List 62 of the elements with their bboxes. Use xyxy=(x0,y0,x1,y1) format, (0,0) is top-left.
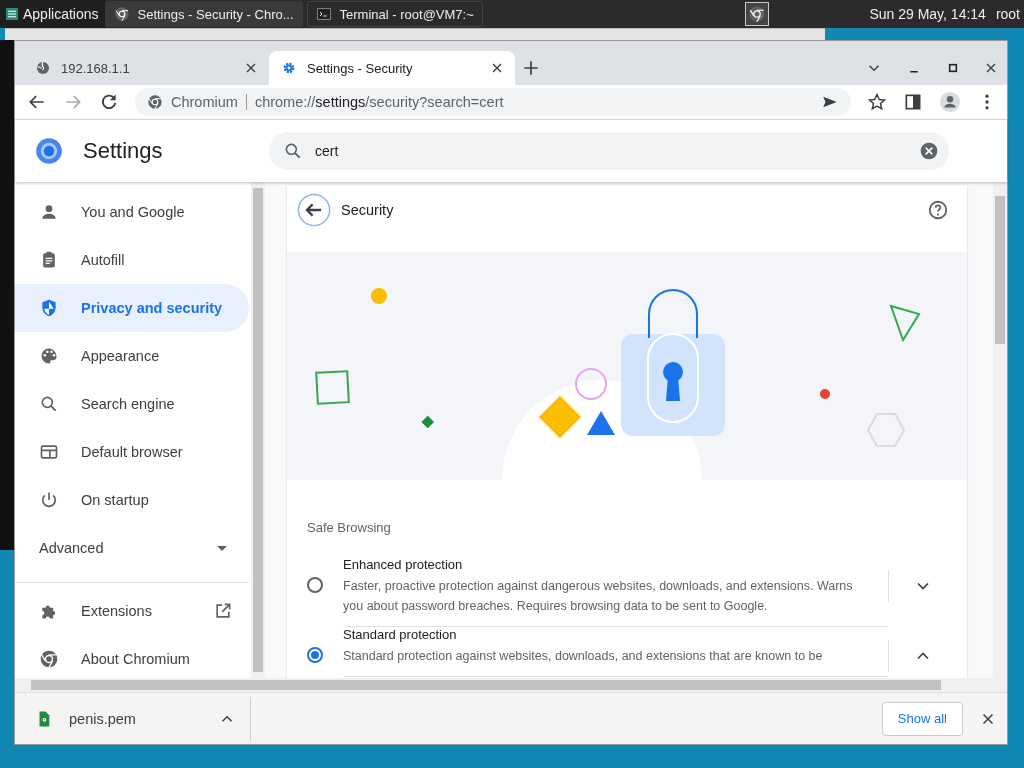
help-icon[interactable] xyxy=(927,199,949,221)
browser-tab[interactable]: 192.168.1.1 xyxy=(23,51,269,85)
advanced-section-toggle[interactable]: Advanced xyxy=(15,524,249,572)
chromium-tray-icon[interactable] xyxy=(748,5,767,23)
shield-icon xyxy=(39,298,59,318)
option-title: Enhanced protection xyxy=(343,557,464,572)
external-link-icon xyxy=(213,601,233,621)
sidebar-item[interactable]: About Chromium xyxy=(15,635,249,678)
new-tab-icon[interactable] xyxy=(521,58,541,78)
horizontal-scrollbar[interactable] xyxy=(31,680,941,690)
chromium-icon xyxy=(113,6,130,22)
applications-icon xyxy=(4,6,20,22)
page-title: Security xyxy=(341,202,395,218)
download-filename: penis.pem xyxy=(69,710,137,727)
chromium-icon xyxy=(39,649,59,669)
reload-icon[interactable] xyxy=(99,92,119,112)
taskbar-window-button[interactable]: Settings - Security - Chro... xyxy=(104,1,303,27)
browser-window-icon xyxy=(39,442,59,462)
radio-button[interactable] xyxy=(307,577,323,593)
person-icon xyxy=(39,202,59,222)
section-heading: Safe Browsing xyxy=(306,519,392,537)
option-description: Faster, proactive protection against dangerous websites, downloads, and extensions. Warns you about password breaches. Requires browsing data to be sent to Google. xyxy=(343,578,854,615)
sidebar-item[interactable]: Search engine xyxy=(15,380,249,428)
power-icon xyxy=(39,490,59,510)
clear-search-icon[interactable] xyxy=(919,141,939,161)
search-field[interactable]: cert xyxy=(269,132,949,170)
vertical-scrollbar[interactable] xyxy=(251,182,265,678)
terminal-icon xyxy=(315,6,332,22)
url-text: chrome://settings/security?search=cert xyxy=(254,94,504,110)
browser-tab[interactable]: Settings - Security xyxy=(269,51,515,85)
show-all-button[interactable]: Show all xyxy=(881,701,963,736)
site-label: Chromium xyxy=(171,94,238,110)
search-icon xyxy=(283,141,303,161)
palette-icon xyxy=(39,346,59,366)
globe-icon xyxy=(35,60,51,76)
applications-label: Applications xyxy=(23,6,99,22)
address-bar[interactable]: Chromium chrome://settings/security?search=cert xyxy=(135,88,851,116)
radio-button[interactable] xyxy=(307,647,323,663)
side-panel-icon[interactable] xyxy=(903,92,923,112)
sidebar-item[interactable]: Appearance xyxy=(15,332,249,380)
vertical-scrollbar[interactable] xyxy=(993,182,1007,678)
taskbar-window-button[interactable]: Terminal - root@VM7:~ xyxy=(306,1,483,27)
site-info-icon xyxy=(147,94,163,110)
sidebar-item[interactable]: Autofill xyxy=(15,236,249,284)
applications-menu[interactable]: Applications xyxy=(0,0,105,28)
profile-avatar-icon[interactable] xyxy=(939,91,961,113)
sidebar-item[interactable]: On startup xyxy=(15,476,249,524)
sidebar-item[interactable]: You and Google xyxy=(15,188,249,236)
sidebar-item[interactable]: Privacy and security xyxy=(15,284,249,332)
gear-icon xyxy=(281,60,297,76)
sidebar-item[interactable]: Default browser xyxy=(15,428,249,476)
clock: Sun 29 May, 14:14 xyxy=(869,6,986,22)
option-description: Standard protection against websites, downloads, and extensions that are known to be xyxy=(343,648,824,665)
settings-logo-icon xyxy=(35,137,63,165)
download-item[interactable]: penis.pem xyxy=(15,696,251,741)
caret-down-icon xyxy=(217,545,227,551)
sidebar-item[interactable]: Extensions xyxy=(15,587,249,635)
settings-title: Settings xyxy=(83,138,164,164)
option-title: Standard protection xyxy=(343,627,458,642)
bookmark-star-icon[interactable] xyxy=(867,92,887,112)
user-name: root xyxy=(995,6,1020,22)
search-icon xyxy=(39,394,59,414)
